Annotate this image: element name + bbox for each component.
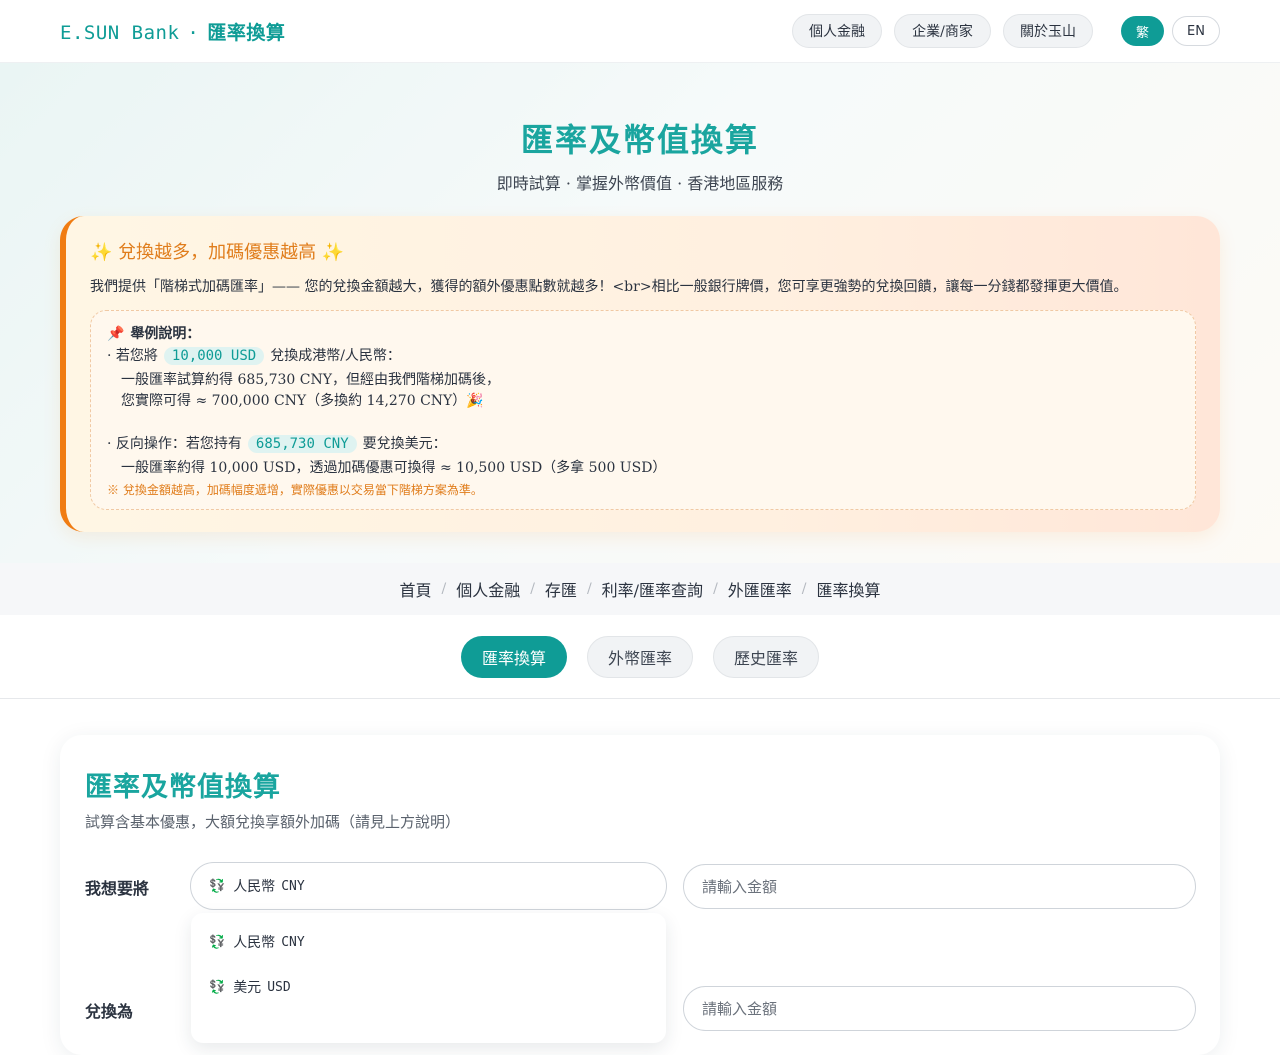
breadcrumb-personal[interactable]: 個人金融	[456, 577, 520, 601]
option-currency-name: 人民幣	[233, 935, 276, 951]
top-navigation-bar: E.SUN Bank · 匯率換算 個人金融 企業/商家 關於玉山 繁 EN	[0, 0, 1280, 63]
example-1-prefix: · 若您將	[107, 348, 158, 364]
example-1-line-1: · 若您將 10,000 USD 兌換成港幣/人民幣：	[107, 345, 401, 365]
lang-traditional-chinese-button[interactable]: 繁	[1121, 16, 1164, 46]
brand-separator: ·	[187, 22, 200, 44]
breadcrumb: 首頁 / 個人金融 / 存匯 / 利率/匯率查詢 / 外匯匯率 / 匯率換算	[0, 563, 1280, 615]
brand-subtitle: 匯率換算	[207, 22, 286, 44]
breadcrumb-separator: /	[713, 581, 718, 597]
option-currency-name: 美元	[233, 980, 262, 996]
nav-about[interactable]: 關於玉山	[1003, 14, 1093, 48]
nav-personal-banking[interactable]: 個人金融	[792, 14, 882, 48]
selected-currency-code: CNY	[281, 878, 305, 894]
tab-currency-converter[interactable]: 匯率換算	[461, 636, 567, 678]
hero-subtitle: 即時試算 · 掌握外幣價值 · 香港地區服務	[496, 174, 784, 193]
breadcrumb-rates[interactable]: 利率/匯率查詢	[602, 577, 703, 601]
amount-chip: 10,000 USD	[163, 347, 265, 365]
brand-name: E.SUN Bank	[60, 22, 180, 44]
amount-chip: 685,730 CNY	[247, 435, 357, 453]
from-currency-select[interactable]: 💱 人民幣 CNY	[190, 862, 667, 910]
currency-exchange-icon: 💱	[209, 979, 226, 995]
example-heading-text: 舉例說明：	[130, 326, 201, 342]
example-2-suffix: 要兌換美元：	[362, 436, 447, 452]
dropdown-option-usd[interactable]: 💱 美元 USD	[209, 972, 291, 1002]
dropdown-option-cny[interactable]: 💱 人民幣 CNY	[209, 927, 305, 957]
lang-english-button[interactable]: EN	[1172, 16, 1220, 46]
sparkle-icon: ✨	[321, 242, 345, 263]
example-1-suffix: 兌換成港幣/人民幣：	[270, 348, 401, 364]
promo-banner: ✨ 兌換越多，加碼優惠越高 ✨ 我們提供「階梯式加碼匯率」—— 您的兌換金額越大…	[60, 216, 1220, 532]
from-amount-input[interactable]	[683, 864, 1196, 909]
example-1-line-2: 一般匯率試算約得 685,730 CNY，但經由我們階梯加碼後，	[121, 372, 500, 388]
pushpin-icon: 📌	[107, 326, 125, 342]
currency-exchange-icon: 💱	[209, 878, 226, 894]
promo-disclaimer: ※ 兌換金額越高，加碼幅度遞增，實際優惠以交易當下階梯方案為準。	[107, 483, 483, 497]
breadcrumb-home[interactable]: 首頁	[399, 577, 431, 601]
breadcrumb-separator: /	[441, 581, 447, 597]
hero-section: 匯率及幣值換算 即時試算 · 掌握外幣價值 · 香港地區服務 ✨ 兌換越多，加碼…	[0, 63, 1280, 563]
tab-fx-rates[interactable]: 外幣匯率	[587, 636, 693, 678]
breadcrumb-separator: /	[801, 581, 807, 597]
currency-exchange-icon: 💱	[209, 934, 226, 950]
promo-example-box: 📌 舉例說明： · 若您將 10,000 USD 兌換成港幣/人民幣： 一般匯率試算約…	[90, 310, 1196, 510]
from-label: 我想要將	[85, 879, 150, 898]
to-amount-input[interactable]	[683, 986, 1196, 1031]
example-2-line-1: · 反向操作：若您持有 685,730 CNY 要兌換美元：	[107, 433, 447, 453]
selected-currency-name: 人民幣	[233, 879, 276, 895]
breadcrumb-separator: /	[586, 581, 592, 597]
nav-business[interactable]: 企業/商家	[894, 14, 991, 48]
breadcrumb-deposit[interactable]: 存匯	[545, 577, 577, 601]
tab-historical-rates[interactable]: 歷史匯率	[713, 636, 819, 678]
option-currency-code: CNY	[281, 934, 305, 950]
converter-title: 匯率及幣值換算	[85, 772, 281, 803]
example-2-prefix: · 反向操作：若您持有	[107, 436, 242, 452]
promo-title: ✨ 兌換越多，加碼優惠越高 ✨	[90, 238, 344, 264]
to-label: 兌換為	[85, 1002, 134, 1021]
example-1-line-3: 您實際可得 ≈ 700,000 CNY（多換約 14,270 CNY）🎉	[121, 393, 484, 409]
breadcrumb-current: 匯率換算	[816, 581, 881, 600]
breadcrumb-fx-rates[interactable]: 外匯匯率	[728, 577, 792, 601]
brand-logo[interactable]: E.SUN Bank · 匯率換算	[60, 18, 285, 45]
option-currency-code: USD	[267, 979, 291, 995]
converter-card: 匯率及幣值換算 試算含基本優惠，大額兌換享額外加碼（請見上方說明） 我想要將 💱…	[60, 735, 1220, 1055]
breadcrumb-separator: /	[530, 581, 535, 597]
hero-title: 匯率及幣值換算	[520, 121, 759, 159]
example-heading: 📌 舉例說明：	[107, 323, 200, 343]
tab-bar: 匯率換算 外幣匯率 歷史匯率	[0, 615, 1280, 699]
promo-title-text: 兌換越多，加碼優惠越高	[118, 242, 317, 263]
promo-description: 我們提供「階梯式加碼匯率」—— 您的兌換金額越大，獲得的額外優惠點數就越多！<b…	[90, 279, 1128, 295]
converter-subtitle: 試算含基本優惠，大額兌換享額外加碼（請見上方說明）	[85, 813, 461, 831]
example-2-line-2: 一般匯率約得 10,000 USD，透過加碼優惠可換得 ≈ 10,500 USD…	[121, 460, 667, 476]
sparkle-icon: ✨	[90, 242, 113, 263]
